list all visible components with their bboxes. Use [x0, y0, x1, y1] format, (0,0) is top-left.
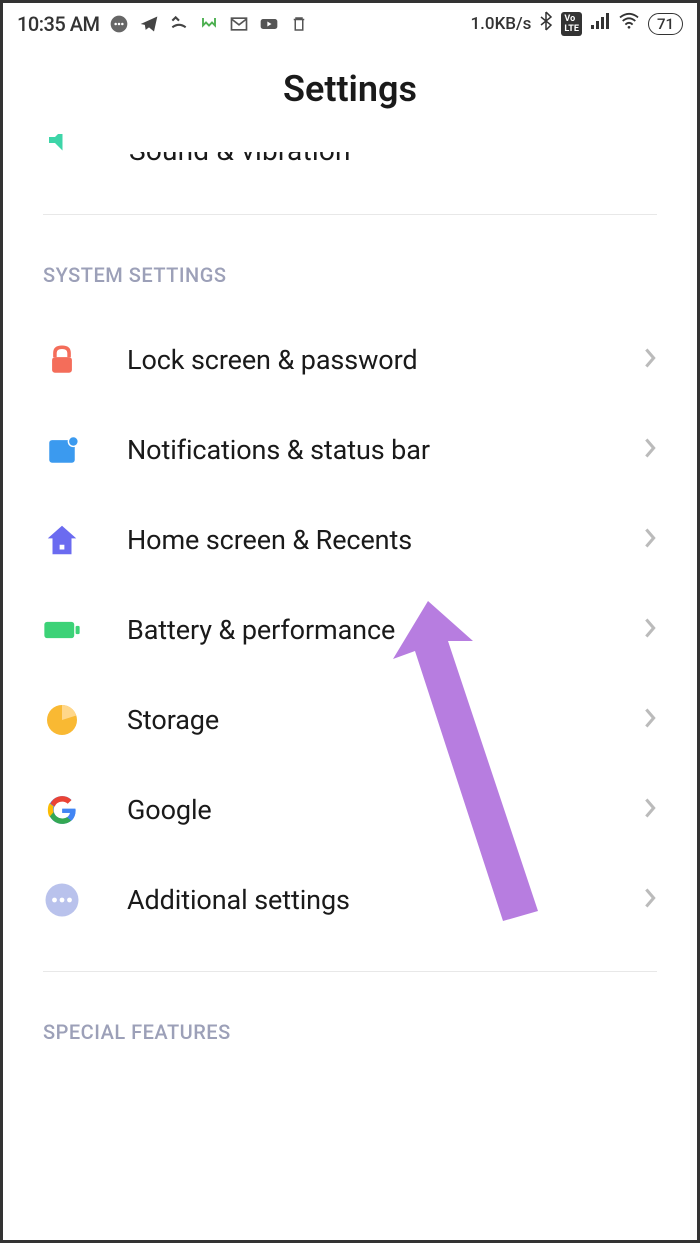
settings-item-additional[interactable]: Additional settings — [3, 855, 697, 945]
missed-call-icon — [169, 14, 189, 34]
sound-icon — [43, 134, 79, 158]
battery-indicator: 71 — [648, 13, 683, 35]
page-title: Settings — [3, 40, 697, 134]
google-icon — [43, 791, 81, 829]
settings-item-label: Lock screen & password — [127, 344, 597, 376]
chevron-right-icon — [643, 887, 657, 913]
settings-item-label: Google — [127, 794, 597, 826]
bluetooth-icon — [539, 11, 553, 36]
settings-list-system: Lock screen & password Notifications & s… — [3, 315, 697, 945]
mi-credit-icon — [199, 14, 219, 34]
home-icon — [43, 521, 81, 559]
settings-item-lock-screen[interactable]: Lock screen & password — [3, 315, 697, 405]
settings-item-label: Additional settings — [127, 884, 597, 916]
youtube-icon — [259, 14, 279, 34]
settings-item-label: Notifications & status bar — [127, 434, 597, 466]
section-header-system: SYSTEM SETTINGS — [3, 215, 697, 315]
gmail-icon — [229, 14, 249, 34]
settings-item-sound[interactable]: Sound & vibration — [3, 134, 697, 174]
more-icon — [43, 881, 81, 919]
notifications-icon — [43, 431, 81, 469]
trash-icon — [289, 14, 309, 34]
status-left: 10:35 AM — [17, 12, 309, 36]
chevron-right-icon — [643, 617, 657, 643]
settings-item-notifications[interactable]: Notifications & status bar — [3, 405, 697, 495]
volte-icon: VoLTE — [561, 12, 582, 36]
signal-icon — [590, 13, 610, 34]
telegram-icon — [139, 14, 159, 34]
settings-item-battery[interactable]: Battery & performance — [3, 585, 697, 675]
storage-icon — [43, 701, 81, 739]
chevron-right-icon — [643, 437, 657, 463]
settings-item-label: Storage — [127, 704, 597, 736]
chevron-right-icon — [643, 707, 657, 733]
lock-icon — [43, 341, 81, 379]
section-header-special: SPECIAL FEATURES — [3, 972, 697, 1072]
battery-icon — [43, 611, 81, 649]
status-time: 10:35 AM — [17, 12, 99, 36]
chat-icon — [109, 14, 129, 34]
chevron-right-icon — [643, 797, 657, 823]
data-rate: 1.0KB/s — [471, 14, 532, 34]
settings-item-home-screen[interactable]: Home screen & Recents — [3, 495, 697, 585]
status-right: 1.0KB/s VoLTE 71 — [471, 11, 683, 36]
settings-item-google[interactable]: Google — [3, 765, 697, 855]
chevron-right-icon — [643, 527, 657, 553]
settings-item-label: Battery & performance — [127, 614, 597, 646]
settings-item-label: Home screen & Recents — [127, 524, 597, 556]
settings-item-storage[interactable]: Storage — [3, 675, 697, 765]
wifi-icon — [618, 12, 640, 35]
chevron-right-icon — [643, 347, 657, 373]
status-bar: 10:35 AM 1.0KB/s VoLTE — [3, 3, 697, 40]
